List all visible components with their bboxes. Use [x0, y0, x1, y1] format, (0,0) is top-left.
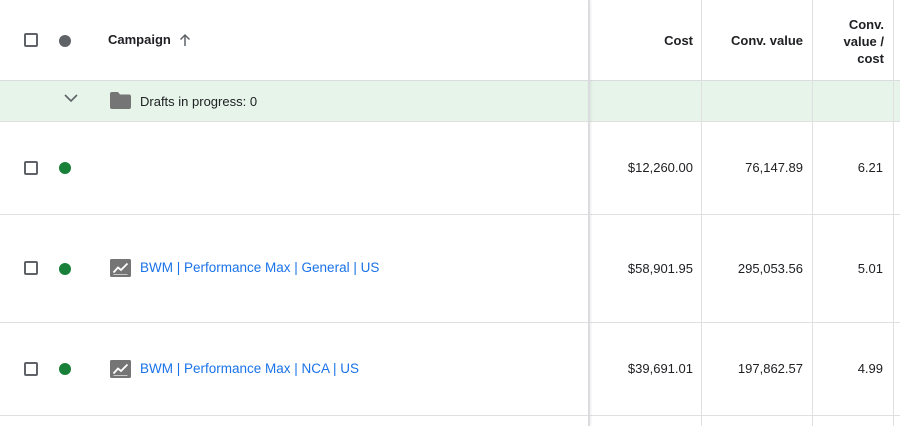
campaigns-table: Campaign Cost Conv. value Conv. value / …: [0, 0, 900, 426]
row-conv-value: 76,147.89: [745, 160, 803, 175]
arrow-up-icon: [179, 33, 190, 46]
row-checkbox[interactable]: [24, 261, 38, 275]
row-conv-value-per-cost: 4.99: [857, 361, 883, 376]
drafts-row[interactable]: [0, 81, 900, 122]
conv-value-cost-header-line1: Conv.: [848, 17, 884, 32]
column-divider: [701, 0, 702, 426]
row-checkbox[interactable]: [24, 362, 38, 376]
table-header: Campaign Cost Conv. value Conv. value / …: [0, 0, 900, 81]
conv-value-cost-header-line3: cost: [857, 51, 884, 66]
drafts-label: Drafts in progress: 0: [140, 94, 258, 109]
campaign-header-label: Campaign: [108, 32, 171, 47]
row-conv-value-per-cost: 6.21: [857, 160, 883, 175]
row-conv-value: 295,053.56: [737, 261, 803, 276]
frozen-column-divider[interactable]: [588, 0, 590, 426]
row-cost: $58,901.95: [627, 261, 693, 276]
conv-value-cost-header-line2: value /: [843, 34, 884, 49]
status-enabled-icon[interactable]: [59, 263, 71, 275]
row-conv-value: 197,862.57: [737, 361, 803, 376]
folder-icon: [110, 92, 131, 109]
performance-max-icon: [110, 360, 131, 378]
row-conv-value-per-cost: 5.01: [857, 261, 883, 276]
row-cost: $39,691.01: [627, 361, 693, 376]
table-row-partial: [0, 416, 900, 426]
chevron-down-icon[interactable]: [64, 93, 78, 103]
conv-value-column-header[interactable]: Conv. value: [705, 33, 803, 48]
conv-value-cost-column-header[interactable]: Conv. value / cost: [815, 16, 884, 67]
cost-column-header[interactable]: Cost: [600, 33, 693, 48]
column-divider: [893, 0, 894, 426]
campaign-column-header[interactable]: Campaign: [108, 32, 191, 47]
select-all-checkbox[interactable]: [24, 33, 38, 47]
row-cost: $12,260.00: [627, 160, 693, 175]
row-checkbox[interactable]: [24, 161, 38, 175]
status-enabled-icon[interactable]: [59, 363, 71, 375]
campaign-link[interactable]: BWM | Performance Max | General | US: [140, 260, 379, 275]
status-enabled-icon[interactable]: [59, 162, 71, 174]
column-divider: [812, 0, 813, 426]
campaign-link[interactable]: BWM | Performance Max | NCA | US: [140, 361, 359, 376]
performance-max-icon: [110, 259, 131, 277]
status-column-icon[interactable]: [59, 35, 71, 47]
